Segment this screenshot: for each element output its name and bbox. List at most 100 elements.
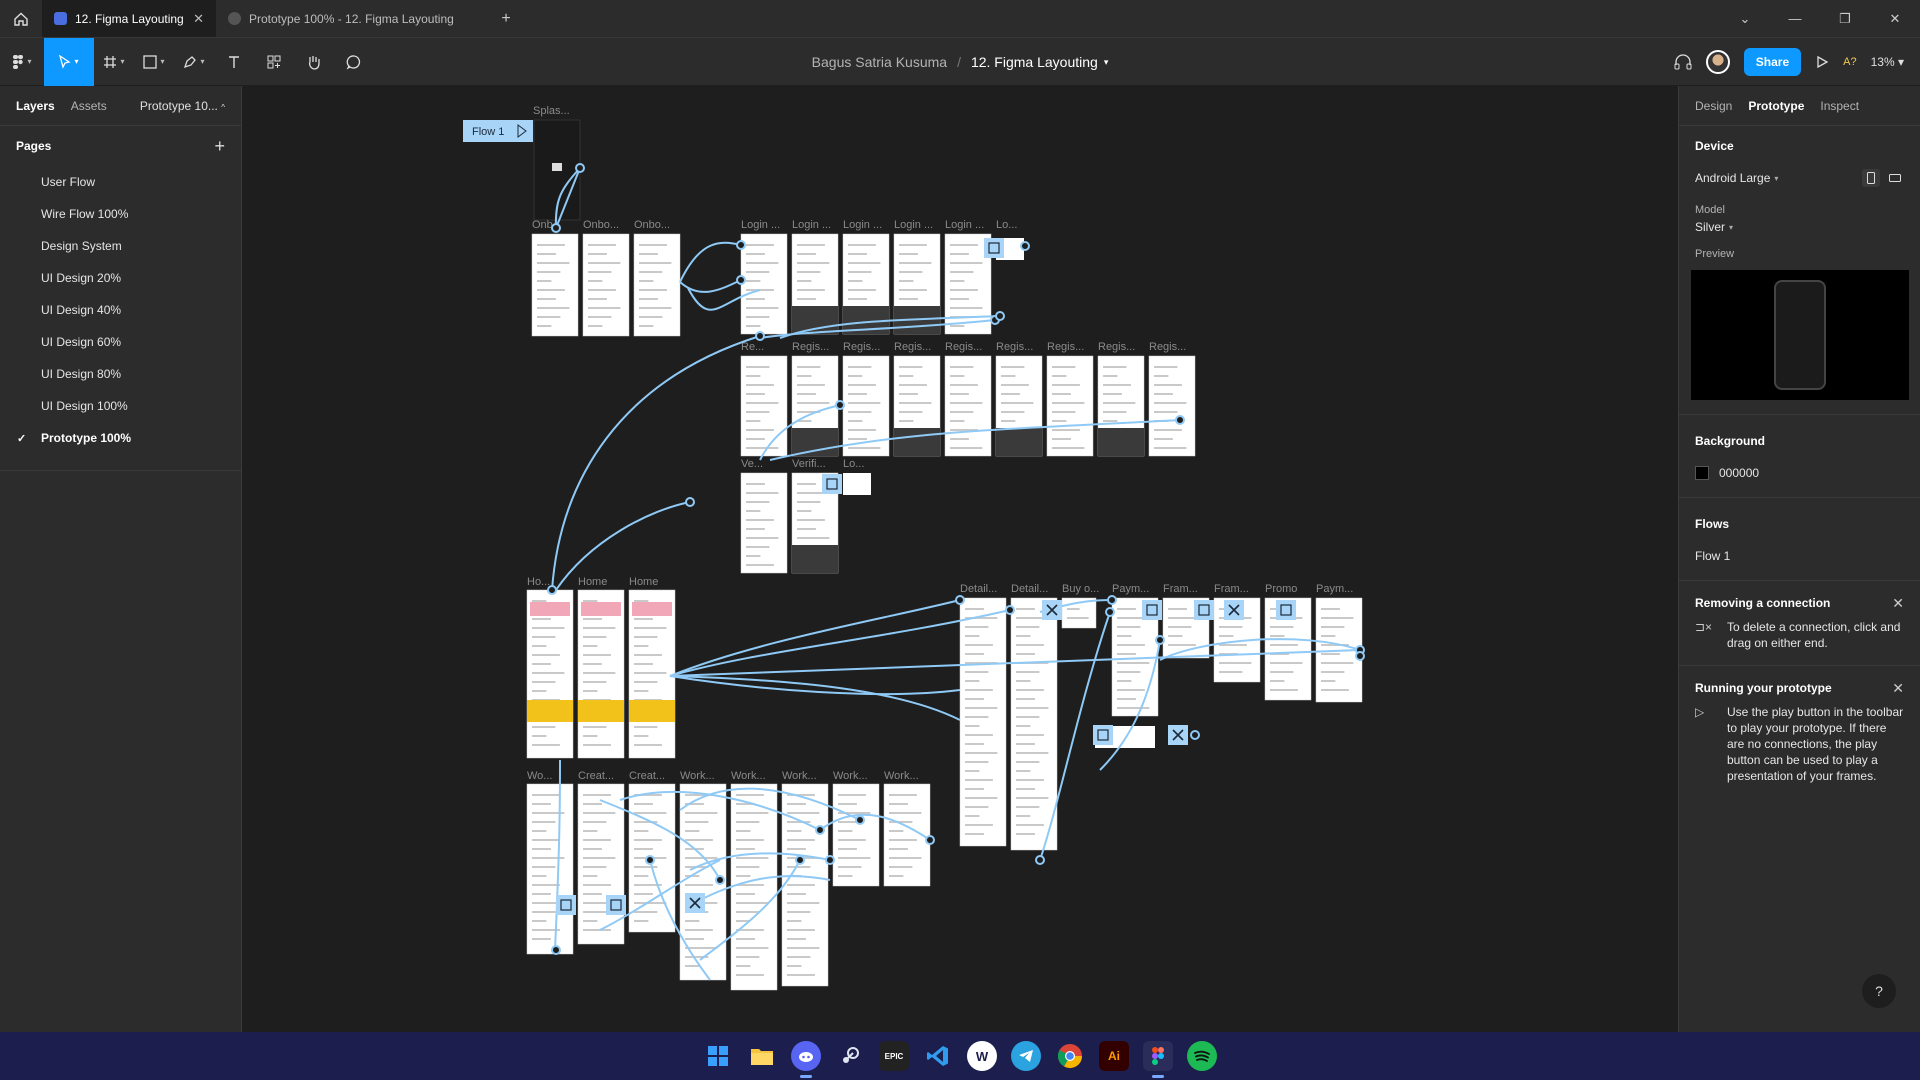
page-item[interactable]: UI Design 100% <box>0 390 241 422</box>
connection-node[interactable] <box>1175 415 1185 425</box>
connection-node[interactable] <box>645 855 655 865</box>
file-explorer-icon[interactable] <box>747 1041 777 1071</box>
overlay-badge[interactable] <box>1093 725 1113 745</box>
share-button[interactable]: Share <box>1743 48 1802 76</box>
page-item[interactable]: UI Design 60% <box>0 326 241 358</box>
frame-label[interactable]: Work... <box>782 770 817 782</box>
connection-node[interactable] <box>575 163 585 173</box>
illustrator-icon[interactable]: Ai <box>1099 1041 1129 1071</box>
frame-label[interactable]: Login ... <box>843 219 882 231</box>
frame-label[interactable]: Login ... <box>945 219 984 231</box>
steam-icon[interactable] <box>835 1041 865 1071</box>
landscape-icon[interactable] <box>1886 169 1904 187</box>
overlay-badge[interactable] <box>984 238 1004 258</box>
connection-node[interactable] <box>1355 651 1365 661</box>
frame-label[interactable]: Onbo... <box>583 219 619 231</box>
frame-label[interactable]: Work... <box>680 770 715 782</box>
frame-tool[interactable]: ▾ <box>94 38 134 86</box>
page-item[interactable]: UI Design 80% <box>0 358 241 390</box>
page-item[interactable]: UI Design 20% <box>0 262 241 294</box>
frame[interactable] <box>1148 355 1196 457</box>
minimize-button[interactable]: — <box>1770 0 1820 37</box>
frame-label[interactable]: Wo... <box>527 770 552 782</box>
page-item[interactable]: UI Design 40% <box>0 294 241 326</box>
tab-layers[interactable]: Layers <box>16 99 55 113</box>
connection-node[interactable] <box>736 275 746 285</box>
comment-tool[interactable] <box>334 38 374 86</box>
zoom-menu[interactable]: 13% ▾ <box>1871 55 1904 69</box>
frame-label[interactable]: Regis... <box>792 341 829 353</box>
overlay-badge[interactable] <box>822 474 842 494</box>
windows-start-icon[interactable] <box>703 1041 733 1071</box>
connection-node[interactable] <box>1190 730 1200 740</box>
home-button[interactable] <box>0 0 42 37</box>
pen-tool[interactable]: ▾ <box>174 38 214 86</box>
connection-node[interactable] <box>736 240 746 250</box>
avatar[interactable] <box>1705 50 1730 74</box>
frame-label[interactable]: Paym... <box>1112 583 1149 595</box>
overlay-badge[interactable] <box>556 895 576 915</box>
frame[interactable] <box>843 473 871 495</box>
frame[interactable] <box>740 233 788 335</box>
connection-node[interactable] <box>755 331 765 341</box>
connection-node[interactable] <box>551 223 561 233</box>
connection-node[interactable] <box>955 595 965 605</box>
tab-list-icon[interactable]: ⌄ <box>1720 0 1770 37</box>
figma-icon[interactable] <box>1143 1041 1173 1078</box>
connection-node[interactable] <box>1020 241 1030 251</box>
frame-label[interactable]: Lo... <box>996 219 1017 231</box>
frame-label[interactable]: Detail... <box>960 583 997 595</box>
connection-node[interactable] <box>815 825 825 835</box>
frame-label[interactable]: Login ... <box>741 219 780 231</box>
play-icon[interactable] <box>1815 55 1829 69</box>
frame[interactable] <box>944 355 992 457</box>
frame-label[interactable]: Work... <box>833 770 868 782</box>
connection-node[interactable] <box>1005 605 1015 615</box>
frame-label[interactable]: Paym... <box>1316 583 1353 595</box>
page-item[interactable]: ✓ Prototype 100% <box>0 422 241 454</box>
frame[interactable] <box>730 783 778 991</box>
connection-node[interactable] <box>825 855 835 865</box>
page-item[interactable]: Wire Flow 100% <box>0 198 241 230</box>
frame-label[interactable]: Ho... <box>527 576 550 588</box>
background-hex[interactable]: 000000 <box>1719 466 1759 480</box>
restore-button[interactable]: ❐ <box>1820 0 1870 37</box>
close-window-button[interactable]: ✕ <box>1870 0 1920 37</box>
text-tool[interactable] <box>214 38 254 86</box>
frame-label[interactable]: Onbo... <box>634 219 670 231</box>
frame-label[interactable]: Creat... <box>578 770 614 782</box>
connection-node[interactable] <box>715 875 725 885</box>
prototype-connection[interactable] <box>679 241 742 283</box>
flow-start-label[interactable]: Flow 1 <box>472 126 504 138</box>
connection-node[interactable] <box>551 945 561 955</box>
frame-label[interactable]: Verifi... <box>792 458 826 470</box>
new-tab-button[interactable]: + <box>486 10 526 28</box>
model-select[interactable]: Silver ▾ <box>1695 216 1904 238</box>
frame[interactable] <box>832 783 880 887</box>
page-selector[interactable]: Prototype 10... ^ <box>140 99 225 113</box>
frame[interactable] <box>740 355 788 457</box>
overlay-badge[interactable] <box>1194 600 1214 620</box>
connection-node[interactable] <box>795 855 805 865</box>
page-item[interactable]: Design System <box>0 230 241 262</box>
frame-label[interactable]: Re... <box>741 341 764 353</box>
connection-node[interactable] <box>1155 635 1165 645</box>
flow-item[interactable]: Flow 1 <box>1695 540 1904 572</box>
tab-prototype[interactable]: Prototype 100% - 12. Figma Layouting <box>216 0 486 37</box>
frame-label[interactable]: Regis... <box>996 341 1033 353</box>
project-name[interactable]: Bagus Satria Kusuma <box>812 54 947 70</box>
close-icon[interactable]: ✕ <box>1892 595 1904 612</box>
help-button[interactable]: ? <box>1862 974 1896 1008</box>
move-tool[interactable]: ▾ <box>44 37 94 86</box>
telegram-icon[interactable] <box>1011 1041 1041 1071</box>
hand-tool[interactable] <box>294 38 334 86</box>
frame-label[interactable]: Fram... <box>1214 583 1249 595</box>
canvas[interactable]: Flow 1 Splas... Onb... Onbo... Onbo... Login … <box>242 86 1678 1032</box>
tab-figma-layouting[interactable]: 12. Figma Layouting ✕ <box>42 0 216 37</box>
frame-label[interactable]: Regis... <box>1098 341 1135 353</box>
frame-label[interactable]: Login ... <box>894 219 933 231</box>
connection-node[interactable] <box>1105 607 1115 617</box>
chevron-down-icon[interactable]: ▾ <box>1104 57 1109 68</box>
page-item[interactable]: User Flow <box>0 166 241 198</box>
discord-icon[interactable] <box>791 1041 821 1078</box>
